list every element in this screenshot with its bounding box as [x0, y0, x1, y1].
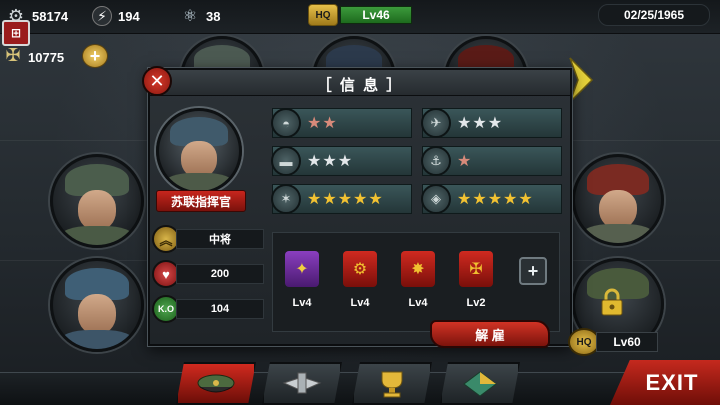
notification-badge-icon[interactable]: ⊞ [2, 20, 30, 46]
infantry-helmet-icon: ◓ [271, 108, 301, 138]
diamond-icon [463, 370, 497, 397]
officer-cap-icon [197, 374, 235, 392]
rank-value: 中将 [176, 229, 264, 249]
anchor-icon: ⚓ [421, 146, 451, 176]
hq-level-value: Lv46 [340, 6, 412, 24]
general-portrait[interactable] [572, 154, 664, 246]
resource-2-value: 194 [118, 8, 140, 24]
resource-3: ⚛ 38 [180, 6, 221, 26]
commander-name: 苏联指挥官 [156, 190, 246, 212]
dialog-header: ［ 信 息 ］ [150, 70, 570, 96]
tab-achievements[interactable] [352, 362, 432, 405]
skill-stars: ★★★ [457, 115, 504, 132]
lightning-icon: ⚡ [92, 6, 112, 26]
hq-badge: HQ [308, 4, 338, 26]
aircraft-icon: ✈ [421, 108, 451, 138]
resource-2: ⚡ 194 [92, 6, 140, 26]
skill-artillery: ✶ ★★★★★ [271, 184, 412, 214]
skill-armor: ▬ ★★★ [271, 146, 412, 176]
tab-items[interactable] [440, 362, 520, 405]
resource-1-value: 58174 [32, 8, 69, 24]
tunic [60, 329, 134, 349]
skill-stars: ★★ [307, 115, 338, 132]
medal-cannon-icon[interactable]: ✸ [401, 251, 435, 287]
commander-portrait [156, 108, 242, 194]
lock-icon [601, 288, 623, 316]
wings-icon [282, 372, 322, 393]
add-medal-button[interactable]: + [519, 257, 547, 285]
health-value: 200 [176, 264, 264, 284]
face [77, 190, 117, 231]
close-button[interactable]: ✕ [142, 66, 172, 96]
gold-row: ✠ 10775 + [0, 44, 120, 70]
medal-level: Lv4 [292, 297, 312, 309]
top-bar: ⚙ 58174 ⚡ 194 ⚛ 38 HQ Lv46 02/25/1965 [0, 0, 720, 34]
artillery-icon: ✶ [271, 184, 301, 214]
medal-panel: ✦ Lv4 ⚙ Lv4 ✸ Lv4 ✠ Lv2 + [272, 232, 560, 332]
tank-icon: ▬ [271, 146, 301, 176]
tab-units[interactable] [262, 362, 342, 405]
trophy-icon [381, 371, 403, 397]
game-date: 02/25/1965 [598, 4, 710, 26]
medal-currency-icon: ✠ [5, 45, 21, 65]
skill-stars: ★★★ [307, 153, 354, 170]
atom-icon: ⚛ [182, 8, 198, 25]
medal-purple-icon[interactable]: ✦ [285, 251, 319, 287]
skill-infantry: ◓ ★★ [271, 108, 412, 138]
close-icon: ✕ [149, 70, 165, 91]
medal-level: Lv4 [350, 297, 370, 309]
skill-stars: ★★★★★ [307, 191, 384, 208]
general-portrait[interactable] [50, 258, 144, 352]
tunic [60, 225, 134, 245]
hq-level: HQ Lv46 [308, 4, 412, 26]
medal-level: Lv2 [466, 297, 486, 309]
ko-value: 104 [176, 299, 264, 319]
dialog-title: ［ 信 息 ］ [316, 77, 404, 94]
skill-navy: ⚓ ★ [421, 146, 562, 176]
medal-level: Lv4 [408, 297, 428, 309]
tunic [581, 224, 655, 243]
locked-slot-level: HQ Lv60 [568, 328, 658, 356]
medal-gear-icon[interactable]: ⚙ [343, 251, 377, 287]
tab-generals[interactable] [176, 362, 256, 405]
medal-wings-icon[interactable]: ✠ [459, 251, 493, 287]
skill-air: ✈ ★★★ [421, 108, 562, 138]
face [77, 294, 117, 335]
health-row: ♥ 200 [152, 260, 264, 288]
resource-3-value: 38 [206, 8, 221, 24]
general-portrait[interactable] [50, 154, 144, 248]
ko-row: K.O 104 [152, 295, 264, 323]
skill-fortification: ◈ ★★★★★ [421, 184, 562, 214]
locked-slot-level-value: Lv60 [596, 332, 658, 352]
gold-value: 10775 [28, 49, 65, 65]
add-gold-button[interactable]: + [82, 44, 108, 68]
skill-stars: ★★★★★ [457, 191, 534, 208]
rank-row: ︽ 中将 [152, 225, 264, 253]
dismiss-button[interactable]: 解 雇 [430, 320, 550, 348]
fortification-icon: ◈ [421, 184, 451, 214]
skill-stars: ★ [457, 153, 473, 170]
